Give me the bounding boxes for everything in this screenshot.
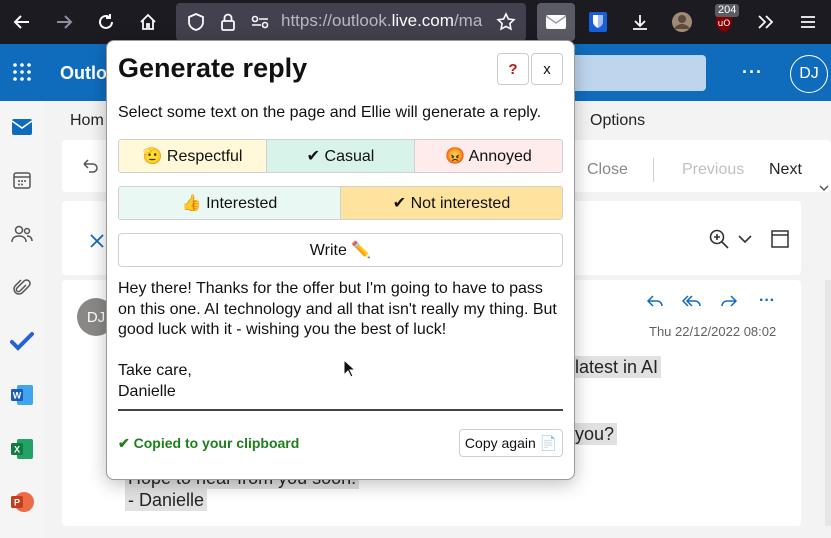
svg-text:W: W [13,391,22,401]
hamburger-menu-icon[interactable] [792,6,824,38]
attachment-icon[interactable] [10,276,34,300]
tab-options[interactable]: Options [590,112,645,130]
immersive-reader-icon[interactable] [770,229,790,249]
ribbon-divider [653,158,654,182]
scrollbar[interactable] [825,280,831,526]
tracking-shield-icon[interactable] [180,6,212,38]
back-arrow-icon[interactable] [6,6,38,38]
mouse-cursor-icon [343,358,357,379]
highlighted-text-1: latest in AI [572,356,662,378]
copy-again-button[interactable]: Copy again 📄 [459,429,563,457]
permissions-icon[interactable] [244,6,276,38]
tone-respectful-button[interactable]: 🫡 Respectful [119,140,267,172]
download-icon[interactable] [624,6,656,38]
close-button[interactable]: Close [587,161,628,179]
mail-icon[interactable] [10,115,34,139]
ribbon-expand-chevron-icon[interactable] [818,180,830,191]
lock-icon[interactable] [212,6,244,38]
url-suffix: /ma [453,11,483,30]
tab-home[interactable]: Hom [70,112,104,130]
app-launcher-icon[interactable] [12,62,32,82]
todo-check-icon[interactable] [10,329,34,353]
zoom-icon[interactable] [708,228,730,250]
close-x-icon[interactable] [88,232,106,250]
previous-button[interactable]: Previous [682,161,744,179]
extension-badge: 204 [715,4,740,17]
more-options-button[interactable]: ··· [742,62,763,83]
excel-icon[interactable]: X [10,437,34,461]
forward-arrow-icon[interactable] [48,6,80,38]
reload-icon[interactable] [90,6,122,38]
highlighted-text-2: you? [572,423,618,445]
reply-all-icon[interactable] [681,293,703,309]
browser-toolbar: https://outlook.live.com/ma uO 204 [0,0,831,44]
interested-button[interactable]: 👍 Interested [119,187,341,219]
highlighted-text-4: - Danielle [125,489,208,511]
forward-icon[interactable] [719,293,739,309]
copied-status: ✔ Copied to your clipboard [118,435,300,451]
generated-reply-textarea[interactable]: Hey there! Thanks for the offer but I'm … [118,279,563,411]
help-button[interactable]: ? [497,53,529,85]
svg-text:X: X [14,445,20,455]
email-more-button[interactable]: ··· [759,292,775,310]
powerpoint-icon[interactable]: P [10,490,34,514]
home-icon[interactable] [132,6,164,38]
account-avatar[interactable]: DJ [790,55,828,93]
tone-annoyed-button[interactable]: 😡 Annoyed [415,140,562,172]
instructions-text: Select some text on the page and Ellie w… [118,104,542,121]
overflow-chevrons-icon[interactable] [750,6,782,38]
url-domain: live.com [391,11,454,30]
profile-avatar-icon[interactable] [666,6,698,38]
not-interested-button[interactable]: ✔ Not interested [341,187,562,219]
popup-title: Generate reply [118,53,308,83]
generate-reply-popup: Generate reply ? x Select some text on t… [106,40,575,480]
search-box[interactable] [560,55,706,91]
calendar-icon[interactable] [10,168,34,192]
envelope-icon [540,6,572,38]
next-button[interactable]: Next [769,161,802,179]
bitwarden-shield-icon[interactable] [582,6,614,38]
svg-text:P: P [14,498,20,508]
app-name: Outlo [60,63,107,83]
zoom-chevron-down-icon[interactable] [737,232,753,246]
tone-row-2: 👍 Interested ✔ Not interested [118,186,563,220]
bookmark-star-icon[interactable] [490,6,522,38]
people-icon[interactable] [10,222,34,246]
close-popup-button[interactable]: x [531,53,563,85]
word-icon[interactable]: W [10,383,34,407]
tone-row-1: 🫡 Respectful ✔ Casual 😡 Annoyed [118,139,563,173]
svg-text:uO: uO [718,19,731,29]
tone-casual-button[interactable]: ✔ Casual [267,140,415,172]
undo-icon[interactable] [80,156,100,176]
email-date: Thu 22/12/2022 08:02 [649,324,777,339]
write-button[interactable]: Write ✏️ [118,233,563,267]
reply-icon[interactable] [645,293,665,309]
url-prefix: https://outlook. [281,11,392,30]
url-text: https://outlook.live.com/ma [281,11,493,31]
app-rail [0,101,44,538]
